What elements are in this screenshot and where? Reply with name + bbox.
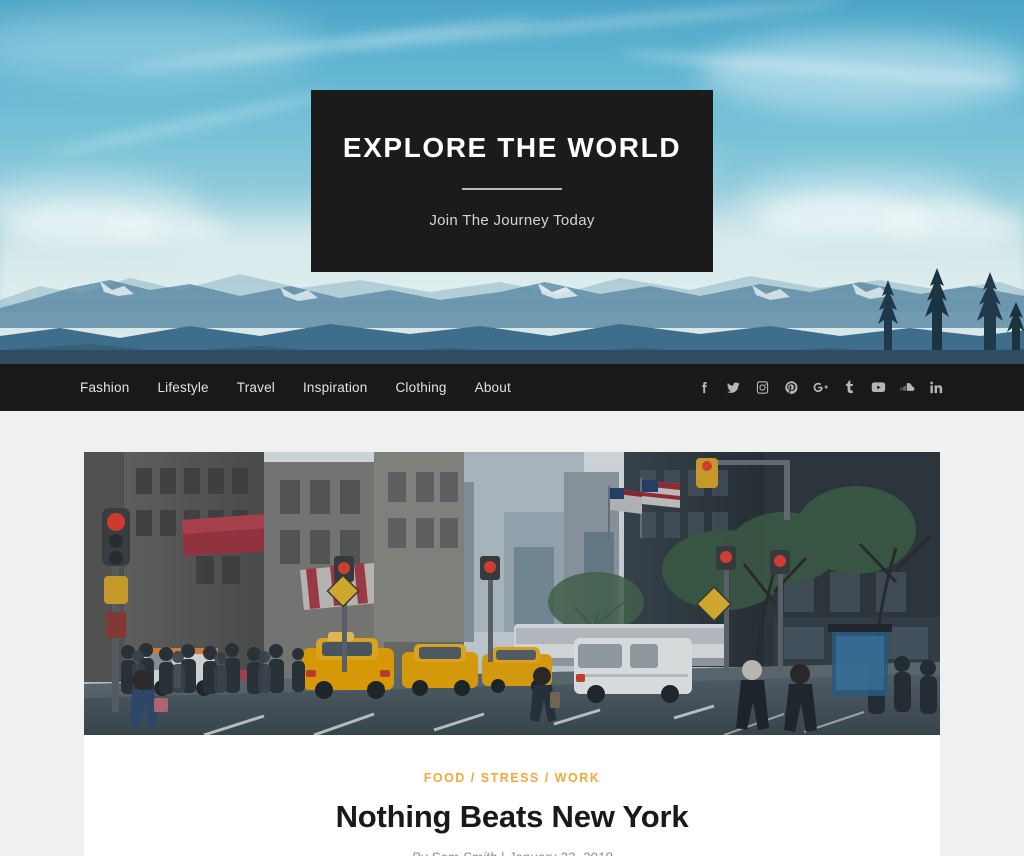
- twitter-icon[interactable]: [726, 380, 741, 395]
- hero-banner: EXPLORE THE WORLD Join The Journey Today: [0, 0, 1024, 364]
- social-icon-list: [697, 380, 944, 395]
- hero-subtitle: Join The Journey Today: [429, 211, 595, 229]
- nav-item-clothing[interactable]: Clothing: [395, 380, 446, 395]
- cloud-shape: [700, 34, 1024, 112]
- youtube-icon[interactable]: [871, 380, 886, 395]
- nav-item-lifestyle[interactable]: Lifestyle: [157, 380, 208, 395]
- foreground-ridge: [0, 350, 1024, 364]
- facebook-icon[interactable]: [697, 380, 712, 395]
- nav-item-travel[interactable]: Travel: [237, 380, 275, 395]
- soundcloud-icon[interactable]: [900, 380, 915, 395]
- post-categories[interactable]: FOOD / STRESS / WORK: [124, 771, 900, 785]
- tumblr-icon[interactable]: [842, 380, 857, 395]
- post-title[interactable]: Nothing Beats New York: [124, 799, 900, 835]
- instagram-icon[interactable]: [755, 380, 770, 395]
- hero-divider: [462, 187, 562, 190]
- featured-post-card: FOOD / STRESS / WORK Nothing Beats New Y…: [84, 452, 940, 856]
- pine-trees: [844, 254, 1024, 364]
- nav-item-inspiration[interactable]: Inspiration: [303, 380, 368, 395]
- nav-link-list: Fashion Lifestyle Travel Inspiration Clo…: [80, 380, 511, 395]
- nav-item-fashion[interactable]: Fashion: [80, 380, 129, 395]
- main-navigation-bar: Fashion Lifestyle Travel Inspiration Clo…: [0, 364, 1024, 411]
- post-text-block: FOOD / STRESS / WORK Nothing Beats New Y…: [84, 735, 940, 856]
- nav-item-about[interactable]: About: [475, 380, 511, 395]
- hero-title: EXPLORE THE WORLD: [342, 132, 682, 164]
- pinterest-icon[interactable]: [784, 380, 799, 395]
- hero-title-card: EXPLORE THE WORLD Join The Journey Today: [311, 90, 713, 272]
- post-meta: By Sam Smith | January 23, 2018: [124, 850, 900, 856]
- post-featured-image[interactable]: [84, 452, 940, 735]
- main-content-area: FOOD / STRESS / WORK Nothing Beats New Y…: [0, 411, 1024, 856]
- google-plus-icon[interactable]: [813, 380, 828, 395]
- linkedin-icon[interactable]: [929, 380, 944, 395]
